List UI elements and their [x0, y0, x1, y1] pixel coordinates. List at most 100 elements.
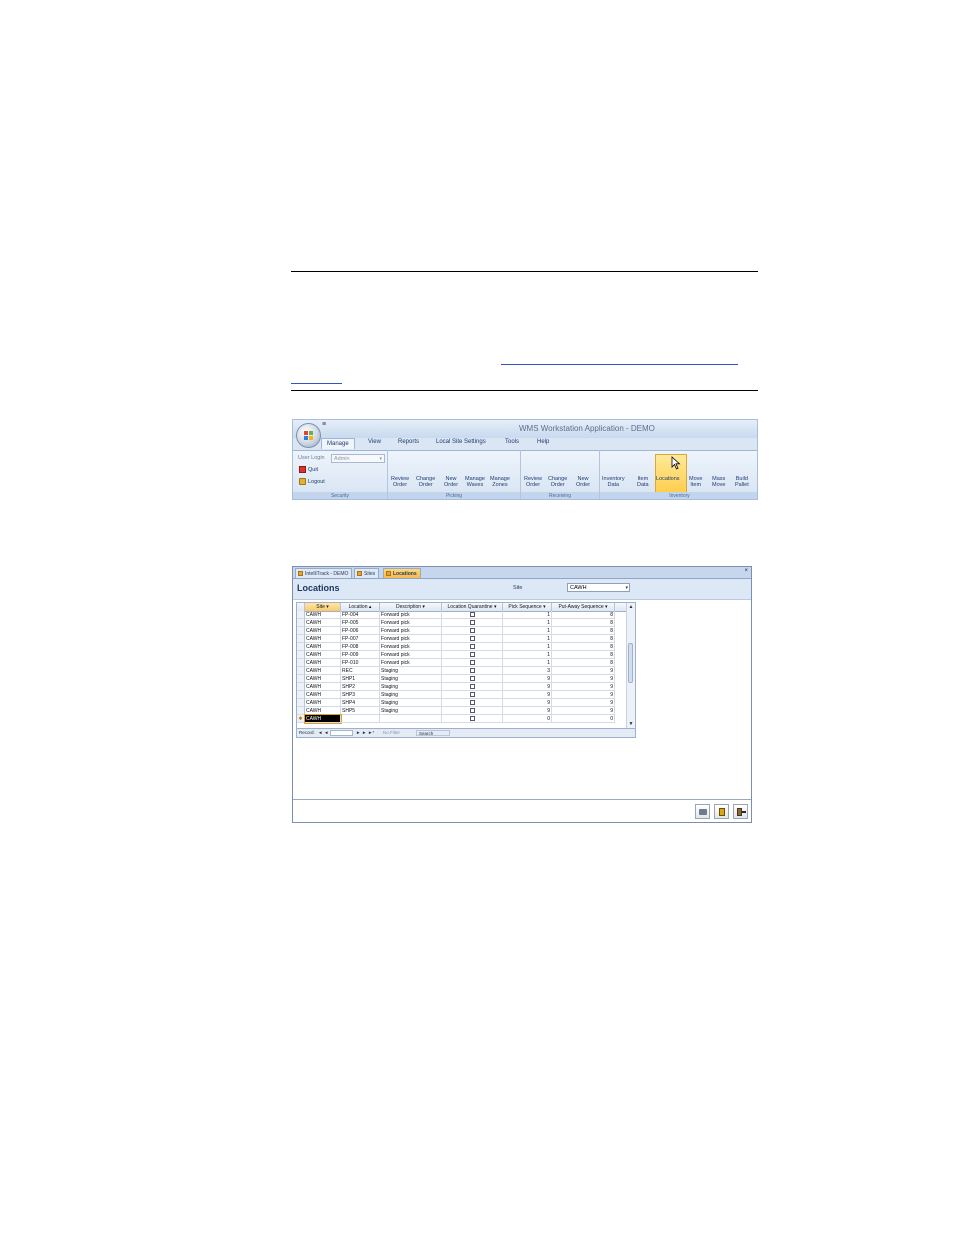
quarantine-checkbox[interactable] — [469, 684, 475, 689]
last-record-icon[interactable]: ► — [362, 729, 366, 737]
vertical-scrollbar[interactable]: ▲ ▼ — [626, 603, 635, 728]
hyperlink-underline-wrap[interactable] — [291, 383, 342, 384]
picking-review-order-button[interactable]: Review Order — [391, 476, 409, 488]
row-selector[interactable] — [297, 619, 305, 627]
table-cell[interactable]: FP-010 — [341, 659, 380, 667]
table-row[interactable]: CAWH SHP2 Staging 9 9 — [297, 683, 635, 691]
table-cell[interactable]: 0 — [552, 715, 615, 723]
quarantine-checkbox-cell[interactable] — [442, 707, 503, 715]
picking-change-order-button[interactable]: Change Order — [416, 476, 435, 488]
quarantine-checkbox-cell[interactable] — [442, 635, 503, 643]
table-cell[interactable]: 9 — [503, 699, 552, 707]
table-cell[interactable]: CAWH — [305, 643, 341, 651]
table-cell[interactable]: 8 — [552, 643, 615, 651]
quarantine-checkbox-cell[interactable] — [442, 619, 503, 627]
column-header-put-away-sequence[interactable]: Put-Away Sequence ▾ — [552, 603, 615, 611]
picking-manage-zones-button[interactable]: Manage Zones — [490, 476, 510, 488]
table-cell[interactable]: 1 — [503, 643, 552, 651]
scroll-down-icon[interactable]: ▼ — [627, 720, 635, 728]
quarantine-checkbox-cell[interactable] — [442, 699, 503, 707]
table-row[interactable]: CAWH SHP1 Staging 9 9 — [297, 675, 635, 683]
print-button[interactable] — [695, 804, 710, 819]
move-item-button[interactable]: Move Item — [689, 476, 702, 488]
table-cell[interactable]: 1 — [503, 651, 552, 659]
table-cell[interactable]: Staging — [380, 699, 442, 707]
quarantine-checkbox[interactable] — [469, 708, 475, 713]
tab-help[interactable]: Help — [537, 439, 549, 445]
table-cell[interactable]: FP-007 — [341, 635, 380, 643]
table-cell[interactable]: SHP4 — [341, 699, 380, 707]
tab-manage[interactable]: Manage — [321, 438, 355, 449]
tab-local-site-settings[interactable]: Local Site Settings — [436, 439, 486, 445]
table-cell[interactable]: FP-006 — [341, 627, 380, 635]
table-cell[interactable]: FP-005 — [341, 619, 380, 627]
table-cell[interactable]: 1 — [503, 659, 552, 667]
table-cell[interactable]: 1 — [503, 611, 552, 619]
quarantine-checkbox[interactable] — [469, 700, 475, 705]
table-row[interactable]: CAWH FP-005 Forward pick 1 8 — [297, 619, 635, 627]
row-selector[interactable] — [297, 683, 305, 691]
quick-access-toolbar-icon[interactable]: ≡ — [322, 421, 326, 428]
table-cell[interactable]: Forward pick — [380, 659, 442, 667]
table-row[interactable]: CAWH SHP4 Staging 9 9 — [297, 699, 635, 707]
quarantine-checkbox-cell[interactable] — [442, 651, 503, 659]
row-selector[interactable] — [297, 659, 305, 667]
column-header-location-quarantine[interactable]: Location Quarantine ▾ — [442, 603, 503, 611]
quarantine-checkbox[interactable] — [469, 660, 475, 665]
logout-button[interactable]: Logout — [299, 478, 325, 485]
new-record-row[interactable]: ✱ CAWH 0 0 — [297, 714, 635, 724]
column-header-description[interactable]: Description ▾ — [380, 603, 442, 611]
quarantine-checkbox[interactable] — [469, 652, 475, 657]
table-cell[interactable]: 9 — [503, 675, 552, 683]
quit-button[interactable]: Quit — [299, 466, 318, 473]
quarantine-checkbox[interactable] — [469, 620, 475, 625]
column-header-site[interactable]: Site ▾ — [305, 603, 341, 611]
table-cell[interactable]: 8 — [552, 659, 615, 667]
table-cell[interactable] — [341, 715, 380, 723]
table-row[interactable]: CAWH REC Staging 3 9 — [297, 667, 635, 675]
table-cell[interactable]: CAWH — [305, 675, 341, 683]
quarantine-checkbox-cell[interactable] — [442, 611, 503, 619]
row-selector[interactable] — [297, 611, 305, 619]
office-button[interactable] — [296, 423, 321, 448]
row-selector[interactable] — [297, 699, 305, 707]
table-cell[interactable]: Staging — [380, 691, 442, 699]
inventory-data-button[interactable]: Inventory Data — [602, 476, 625, 488]
next-record-icon[interactable]: ► — [356, 729, 360, 737]
row-selector[interactable] — [297, 635, 305, 643]
table-cell[interactable]: 9 — [552, 699, 615, 707]
quarantine-checkbox-cell[interactable] — [442, 715, 503, 723]
table-cell[interactable]: 9 — [552, 675, 615, 683]
table-cell[interactable]: Forward pick — [380, 611, 442, 619]
delete-button[interactable] — [714, 804, 729, 819]
quarantine-checkbox-cell[interactable] — [442, 627, 503, 635]
table-cell[interactable]: CAWH — [305, 699, 341, 707]
table-cell[interactable]: 9 — [503, 683, 552, 691]
table-cell[interactable]: 9 — [552, 683, 615, 691]
table-cell[interactable]: CAWH — [305, 611, 341, 619]
table-cell[interactable]: 3 — [503, 667, 552, 675]
table-cell[interactable]: 9 — [552, 707, 615, 715]
table-cell[interactable]: 0 — [503, 715, 552, 723]
quarantine-checkbox-cell[interactable] — [442, 683, 503, 691]
quarantine-checkbox-cell[interactable] — [442, 667, 503, 675]
table-cell[interactable]: 8 — [552, 619, 615, 627]
table-cell[interactable]: 9 — [503, 691, 552, 699]
quarantine-checkbox-cell[interactable] — [442, 659, 503, 667]
quarantine-checkbox-cell[interactable] — [442, 691, 503, 699]
quarantine-checkbox[interactable] — [469, 716, 475, 721]
table-cell[interactable]: Staging — [380, 707, 442, 715]
table-cell[interactable]: 8 — [552, 651, 615, 659]
table-cell[interactable]: FP-009 — [341, 651, 380, 659]
receiving-new-order-button[interactable]: New Order — [576, 476, 590, 488]
picking-new-order-button[interactable]: New Order — [444, 476, 458, 488]
table-cell[interactable]: 1 — [503, 619, 552, 627]
table-cell[interactable]: 9 — [552, 667, 615, 675]
tab-tools[interactable]: Tools — [505, 439, 519, 445]
table-cell[interactable]: SHP5 — [341, 707, 380, 715]
new-record-icon[interactable]: ►* — [368, 729, 374, 737]
table-row[interactable]: CAWH FP-006 Forward pick 1 8 — [297, 627, 635, 635]
tab-reports[interactable]: Reports — [398, 439, 419, 445]
quarantine-checkbox-cell[interactable] — [442, 675, 503, 683]
table-cell[interactable]: 9 — [503, 707, 552, 715]
